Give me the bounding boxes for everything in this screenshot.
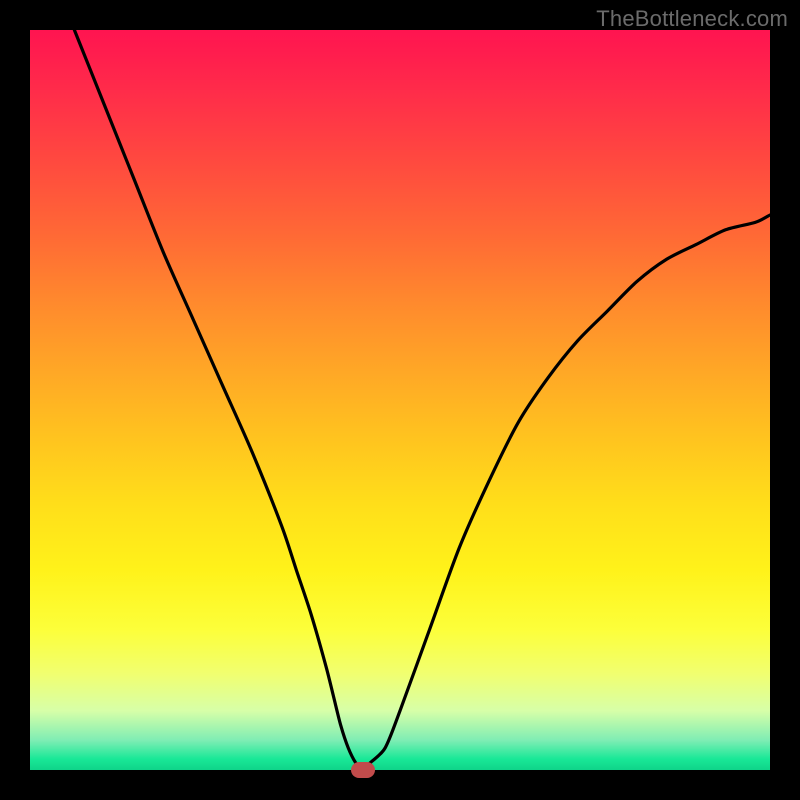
watermark-text: TheBottleneck.com [596, 6, 788, 32]
bottleneck-curve [30, 30, 770, 770]
chart-frame: TheBottleneck.com [0, 0, 800, 800]
optimal-marker [351, 762, 375, 778]
chart-plot-area [30, 30, 770, 770]
